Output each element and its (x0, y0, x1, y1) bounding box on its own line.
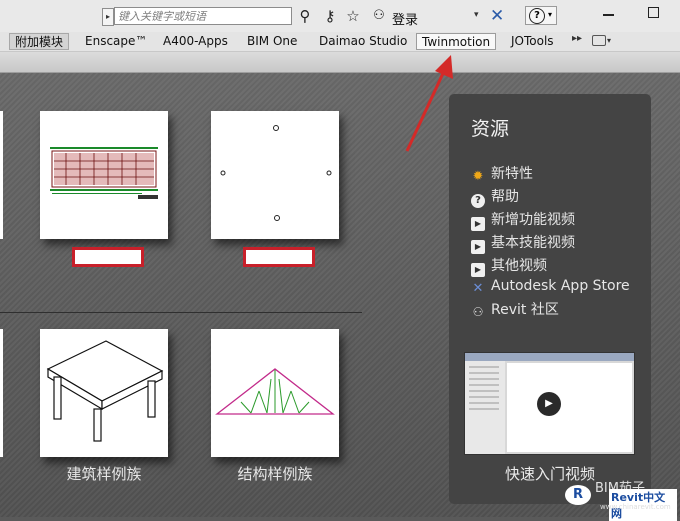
login-button[interactable]: 登录 (392, 9, 418, 28)
more-tabs-icon[interactable]: ▸▸ (572, 33, 582, 44)
resource-help[interactable]: ? 帮助 (471, 186, 519, 208)
resource-community[interactable]: ⚇ Revit 社区 (471, 299, 559, 319)
card-edge (0, 329, 3, 457)
autodesk-exchange-icon[interactable]: ✕ (490, 6, 504, 26)
play-button[interactable]: ▶ (537, 392, 561, 416)
maximize-button[interactable] (648, 7, 659, 18)
resource-new-features-videos[interactable]: ▶ 新增功能视频 (471, 209, 575, 231)
project-thumbnail-plan[interactable] (40, 111, 168, 239)
tab-bim-one[interactable]: BIM One (242, 33, 302, 50)
revit-logo-icon: R (565, 485, 591, 505)
resource-essential-skills-videos[interactable]: ▶ 基本技能视频 (471, 232, 575, 254)
resources-title: 资源 (471, 118, 510, 140)
ribbon-menu-icon[interactable] (592, 35, 606, 46)
highlight-label-box (72, 247, 144, 267)
search-input[interactable]: 键入关键字或短语 (114, 7, 292, 25)
user-icon[interactable]: ⚇ (370, 8, 388, 24)
resources-panel: 资源 ✹ 新特性 ? 帮助 ▶ 新增功能视频 ▶ 基本技能视频 ▶ 其他视频 ✕ Autod… (449, 94, 651, 504)
family-thumbnail-structure[interactable] (211, 329, 339, 457)
chevron-down-icon[interactable]: ▾ (607, 36, 611, 45)
ribbon-panel (0, 52, 680, 73)
sun-icon: ✹ (472, 169, 484, 184)
family-label-architecture[interactable]: 建筑样例族 (34, 463, 174, 484)
recent-files-area: 建筑样例族 结构样例族 资源 ✹ 新特性 ? 帮助 ▶ 新增功能视频 ▶ 基本技… (0, 55, 680, 517)
key-icon[interactable]: ⚷ (321, 8, 339, 24)
star-icon[interactable]: ☆ (344, 8, 362, 24)
autodesk-x-icon: ✕ (472, 281, 484, 296)
help-icon: ? (529, 8, 545, 24)
play-icon: ▶ (471, 217, 485, 231)
family-label-structure[interactable]: 结构样例族 (205, 463, 345, 484)
tab-twinmotion[interactable]: Twinmotion (416, 33, 497, 50)
minimize-button[interactable] (603, 14, 614, 16)
truss-drawing (215, 368, 335, 415)
title-toolbar: ▸ 键入关键字或短语 ⚲ ⚷ ☆ ⚇ 登录 ▾ ✕ ? ▾ (0, 0, 680, 32)
card-edge (0, 111, 3, 239)
expand-arrow-button[interactable]: ▸ (102, 8, 114, 26)
resource-whats-new[interactable]: ✹ 新特性 (471, 163, 533, 184)
play-icon: ▶ (471, 240, 485, 254)
section-divider (0, 312, 362, 313)
play-icon: ▶ (471, 263, 485, 277)
tab-enscape[interactable]: Enscape™ (80, 33, 152, 50)
binoculars-icon[interactable]: ⚲ (296, 8, 314, 24)
watermark-url: www.chinarevit.com (600, 503, 671, 511)
chevron-down-icon: ▾ (548, 10, 553, 19)
help-button[interactable]: ? ▾ (525, 6, 557, 25)
tab-a400-apps[interactable]: A400-Apps (158, 33, 233, 50)
floor-plan-drawing (50, 147, 158, 199)
watermark: R BIM茄子 Revit中文网 www.chinarevit.com (565, 477, 677, 521)
tab-daimao-studio[interactable]: Daimao Studio (314, 33, 412, 50)
getting-started-video-thumbnail[interactable]: ▶ (464, 352, 635, 455)
family-thumbnail-architecture[interactable] (40, 329, 168, 457)
highlight-label-box (243, 247, 315, 267)
project-thumbnail-blank[interactable] (211, 111, 339, 239)
people-icon: ⚇ (472, 305, 484, 319)
resource-app-store[interactable]: ✕ Autodesk App Store (471, 278, 630, 298)
login-dropdown-icon[interactable]: ▾ (474, 10, 479, 20)
table-drawing (46, 340, 164, 442)
sample-drawing (220, 125, 332, 221)
resource-additional-videos[interactable]: ▶ 其他视频 (471, 255, 547, 277)
tab-addins[interactable]: 附加模块 (9, 33, 70, 50)
tab-jotools[interactable]: JOTools (506, 33, 559, 50)
help-icon: ? (471, 194, 485, 208)
